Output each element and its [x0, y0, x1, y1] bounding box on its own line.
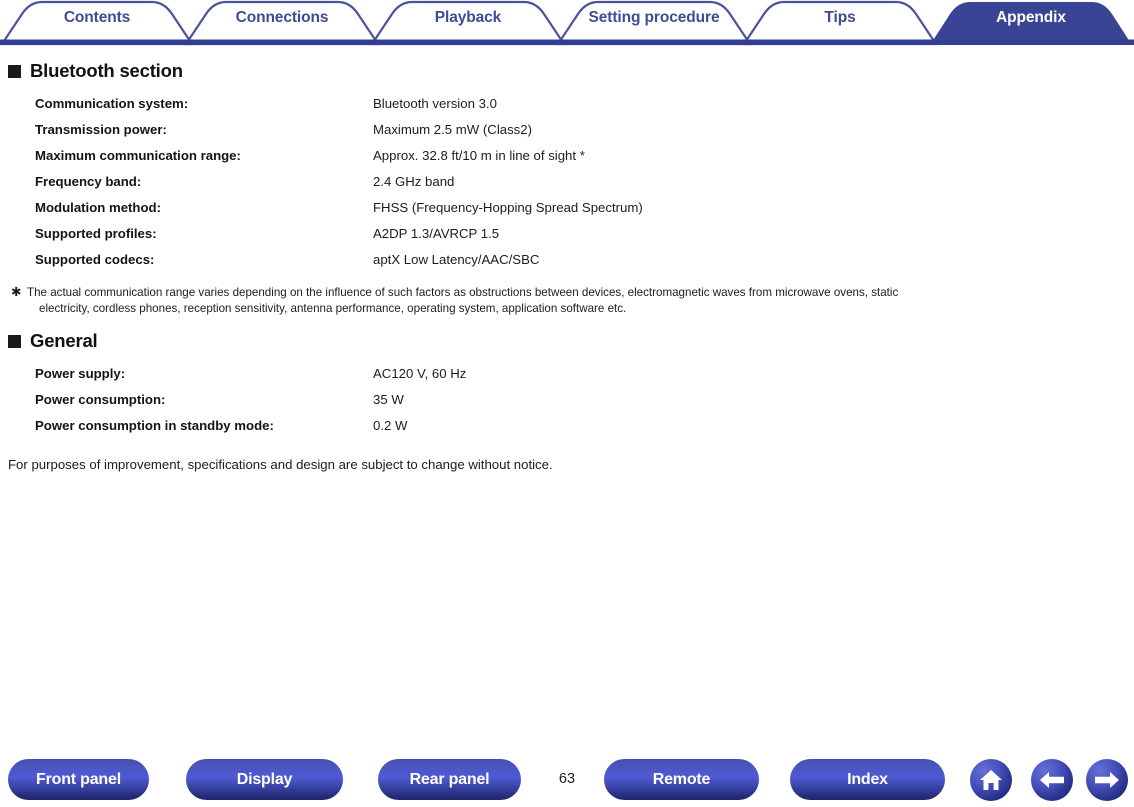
remote-button[interactable]: Remote	[604, 759, 759, 800]
spec-label: Power consumption in standby mode:	[35, 418, 274, 433]
spec-value: 2.4 GHz band	[373, 174, 455, 189]
spec-value: Approx. 32.8 ft/10 m in line of sight *	[373, 148, 585, 163]
square-bullet-icon	[8, 64, 21, 78]
footnote-line-2: electricity, cordless phones, reception …	[39, 301, 627, 315]
tab-playback[interactable]: Playback	[392, 9, 544, 27]
spec-value: Bluetooth version 3.0	[373, 96, 497, 111]
spec-value: Maximum 2.5 mW (Class2)	[373, 122, 532, 137]
footnote-body: The actual communication range varies de…	[27, 285, 1118, 316]
spec-value: AC120 V, 60 Hz	[373, 366, 467, 381]
spec-value: FHSS (Frequency-Hopping Spread Spectrum)	[373, 200, 643, 215]
footer-navigation: Front panel Display Rear panel 63 Remote…	[0, 755, 1134, 807]
page-number: 63	[558, 771, 576, 787]
table-row: Modulation method: FHSS (Frequency-Hoppi…	[0, 195, 643, 221]
display-button[interactable]: Display	[186, 759, 343, 800]
spec-label: Transmission power:	[35, 122, 167, 137]
spec-label: Communication system:	[35, 96, 189, 111]
rear-panel-button[interactable]: Rear panel	[378, 759, 521, 800]
back-button[interactable]	[1031, 759, 1073, 801]
tab-tips[interactable]: Tips	[764, 9, 916, 27]
tab-setting-procedure[interactable]: Setting procedure	[578, 9, 730, 27]
main-content: Bluetooth section Communication system: …	[0, 46, 1134, 472]
spec-label: Supported codecs:	[35, 252, 155, 267]
front-panel-button[interactable]: Front panel	[8, 759, 149, 800]
table-row: Frequency band: 2.4 GHz band	[0, 169, 643, 195]
table-row: Transmission power: Maximum 2.5 mW (Clas…	[0, 117, 643, 143]
back-arrow-icon	[1040, 772, 1064, 788]
footnote: ✱ The actual communication range varies …	[0, 285, 1134, 316]
spec-value: 0.2 W	[373, 418, 408, 433]
spec-label: Power supply:	[35, 366, 126, 381]
tab-connections[interactable]: Connections	[206, 9, 358, 27]
asterisk-icon: ✱	[11, 285, 22, 299]
square-bullet-icon	[8, 334, 21, 348]
section-title-text: Bluetooth section	[30, 60, 183, 81]
table-row: Maximum communication range: Approx. 32.…	[0, 143, 643, 169]
spec-label: Maximum communication range:	[35, 148, 241, 163]
table-row: Supported codecs: aptX Low Latency/AAC/S…	[0, 247, 643, 273]
forward-arrow-icon	[1095, 772, 1119, 788]
home-button[interactable]	[970, 759, 1012, 801]
tab-bar-rule	[0, 39, 1134, 45]
spec-label: Supported profiles:	[35, 226, 157, 241]
spec-label: Modulation method:	[35, 200, 161, 215]
tab-bar: Contents Connections Playback Setting pr…	[0, 0, 1134, 46]
table-row: Power consumption in standby mode: 0.2 W	[0, 413, 466, 439]
table-row: Power supply: AC120 V, 60 Hz	[0, 361, 466, 387]
index-button[interactable]: Index	[790, 759, 945, 800]
tab-contents[interactable]: Contents	[22, 9, 172, 27]
spec-value: aptX Low Latency/AAC/SBC	[373, 252, 540, 267]
spec-label: Frequency band:	[35, 174, 142, 189]
section-title-text: General	[30, 330, 98, 351]
section-heading-bluetooth: Bluetooth section	[8, 60, 1134, 82]
spec-label: Power consumption:	[35, 392, 166, 407]
section-heading-general: General	[8, 330, 1134, 352]
spec-value: A2DP 1.3/AVRCP 1.5	[373, 226, 500, 241]
table-row: Power consumption: 35 W	[0, 387, 466, 413]
table-row: Communication system: Bluetooth version …	[0, 91, 643, 117]
spec-table-general: Power supply: AC120 V, 60 Hz Power consu…	[0, 361, 466, 439]
home-icon	[980, 770, 1002, 790]
tab-appendix[interactable]: Appendix	[950, 9, 1112, 27]
closing-text: For purposes of improvement, specificati…	[8, 457, 553, 472]
footnote-line-1: The actual communication range varies de…	[27, 286, 899, 299]
spec-table-bluetooth: Communication system: Bluetooth version …	[0, 91, 643, 273]
forward-button[interactable]	[1086, 759, 1128, 801]
spec-value: 35 W	[373, 392, 404, 407]
table-row: Supported profiles: A2DP 1.3/AVRCP 1.5	[0, 221, 643, 247]
